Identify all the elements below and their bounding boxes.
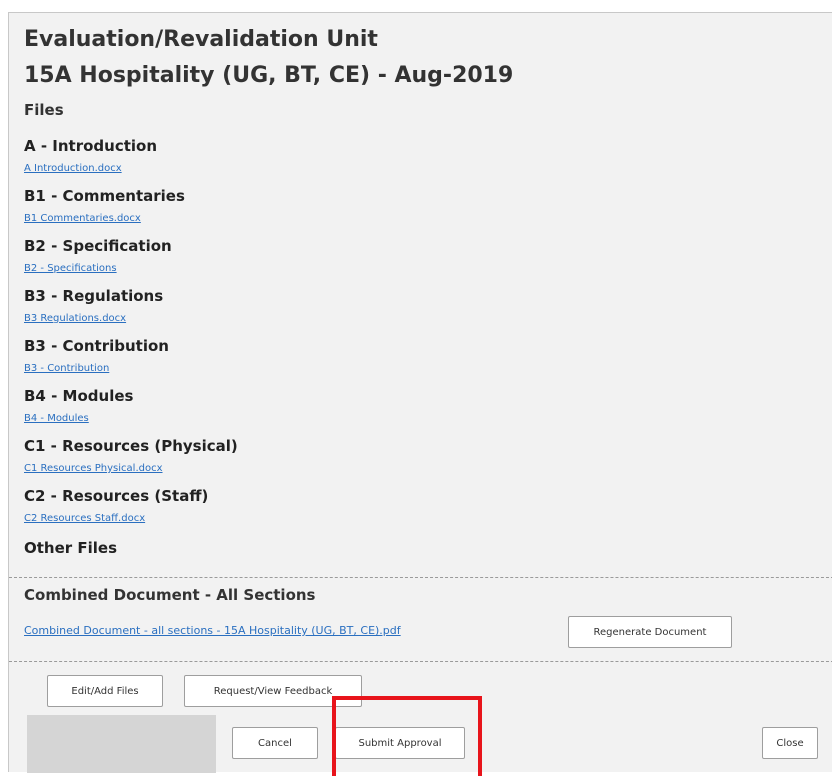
section-file-link[interactable]: B3 Regulations.docx xyxy=(24,313,126,324)
section-heading: C2 - Resources (Staff) xyxy=(24,487,209,505)
divider xyxy=(9,661,832,662)
section-heading: C1 - Resources (Physical) xyxy=(24,437,238,455)
combined-document-link[interactable]: Combined Document - all sections - 15A H… xyxy=(24,624,401,637)
files-label: Files xyxy=(24,101,64,119)
other-files-heading: Other Files xyxy=(24,539,118,557)
section-heading: A - Introduction xyxy=(24,137,158,155)
section-heading: B3 - Regulations xyxy=(24,287,164,305)
divider xyxy=(9,577,832,578)
close-button[interactable]: Close xyxy=(762,727,818,759)
unit-title: 15A Hospitality (UG, BT, CE) - Aug-2019 xyxy=(24,63,514,88)
regenerate-document-button[interactable]: Regenerate Document xyxy=(568,616,732,648)
section-heading: B2 - Specification xyxy=(24,237,172,255)
section-file-link[interactable]: B3 - Contribution xyxy=(24,363,109,374)
placeholder-block xyxy=(27,715,216,773)
section-file-link[interactable]: A Introduction.docx xyxy=(24,163,122,174)
section-file-link[interactable]: B1 Commentaries.docx xyxy=(24,213,141,224)
submit-approval-button[interactable]: Submit Approval xyxy=(335,727,465,759)
section-heading: B1 - Commentaries xyxy=(24,187,185,205)
cancel-button[interactable]: Cancel xyxy=(232,727,318,759)
section-file-link[interactable]: B4 - Modules xyxy=(24,413,89,424)
section-file-link[interactable]: C1 Resources Physical.docx xyxy=(24,463,163,474)
request-view-feedback-button[interactable]: Request/View Feedback xyxy=(184,675,362,707)
page-title: Evaluation/Revalidation Unit xyxy=(24,27,378,52)
section-heading: B4 - Modules xyxy=(24,387,134,405)
section-heading: B3 - Contribution xyxy=(24,337,169,355)
edit-add-files-button[interactable]: Edit/Add Files xyxy=(47,675,163,707)
combined-document-heading: Combined Document - All Sections xyxy=(24,586,316,604)
evaluation-panel: Evaluation/Revalidation Unit 15A Hospita… xyxy=(8,12,832,776)
section-file-link[interactable]: C2 Resources Staff.docx xyxy=(24,513,145,524)
section-file-link[interactable]: B2 - Specifications xyxy=(24,263,117,274)
